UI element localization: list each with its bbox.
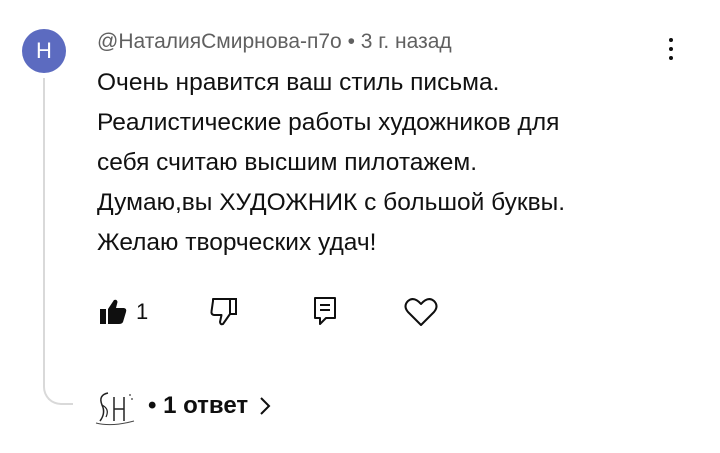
comment-header: @НаталияСмирнова-п7о • 3 г. назад (97, 30, 452, 54)
like-count: 1 (136, 299, 149, 324)
comment-text: Очень нравится ваш стиль письма. Реалист… (97, 63, 697, 263)
heart-button[interactable] (403, 295, 439, 329)
like-button[interactable] (97, 296, 129, 328)
replies-toggle[interactable]: • 1 ответ (92, 383, 272, 429)
more-vertical-icon[interactable] (656, 32, 686, 66)
comment-line: Желаю творческих удач! (97, 229, 377, 256)
heart-outline-icon (404, 298, 438, 326)
channel-signature-logo (95, 392, 135, 426)
thumbs-up-filled-icon (100, 299, 127, 324)
replies-count[interactable]: • 1 ответ (148, 392, 248, 420)
thread-line (43, 78, 73, 405)
reply-comment-icon (314, 297, 336, 325)
comment-line: себя считаю высшим пилотажем. (97, 149, 478, 176)
author-name[interactable]: @НаталияСмирнова-п7о (97, 30, 342, 53)
comment-line: Очень нравится ваш стиль письма. (97, 69, 500, 96)
avatar[interactable]: Н (22, 29, 66, 73)
dislike-button[interactable] (208, 295, 240, 329)
thumbs-down-outline-icon (210, 298, 237, 326)
chevron-right-icon (260, 397, 271, 415)
comment-time[interactable]: 3 г. назад (361, 30, 452, 53)
reply-button[interactable] (310, 294, 340, 328)
comment-line: Думаю,вы ХУДОЖНИК с большой буквы. (97, 189, 566, 216)
comment-line: Реалистические работы художников для (97, 109, 560, 136)
header-separator: • (347, 30, 355, 53)
